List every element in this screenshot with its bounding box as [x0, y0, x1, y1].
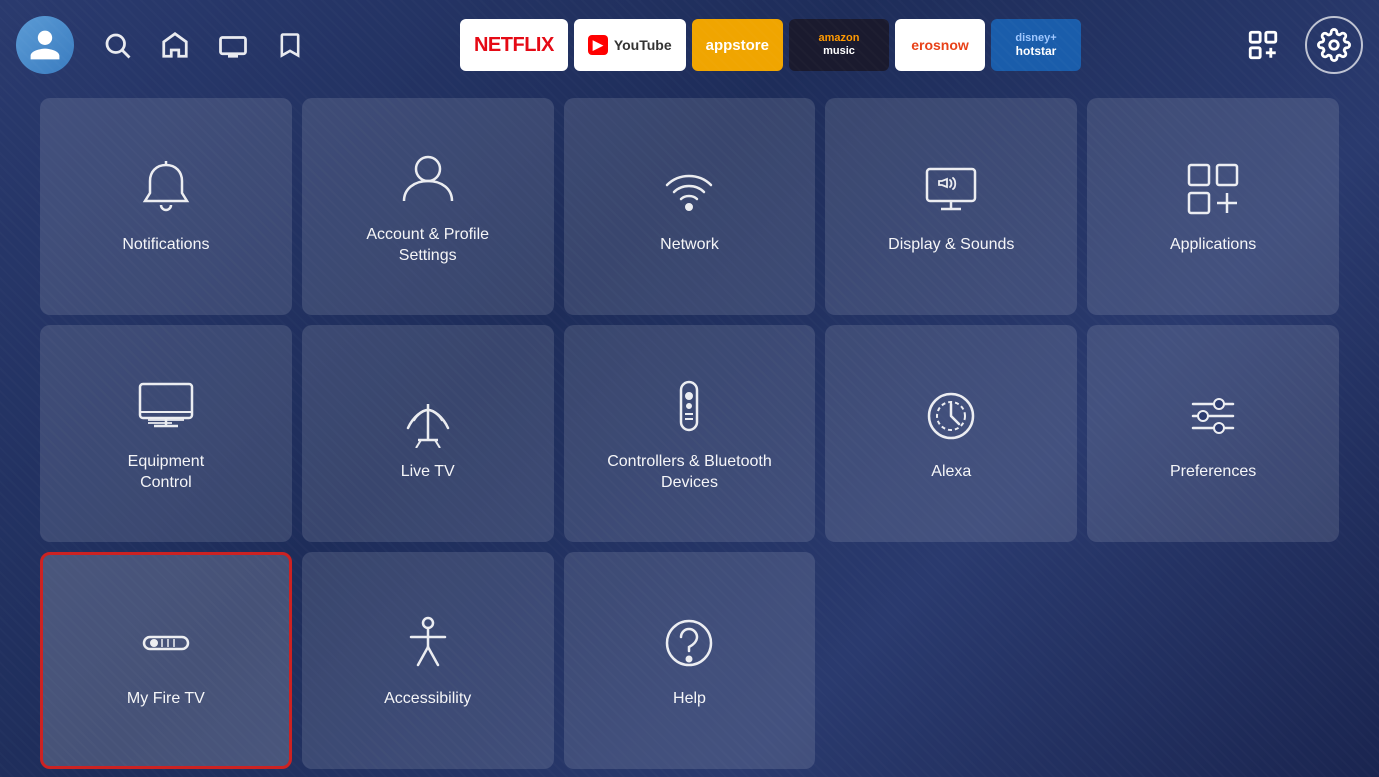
tile-network-label: Network	[660, 235, 719, 256]
tile-account-label: Account & ProfileSettings	[366, 225, 489, 267]
amazonmusic-bot: music	[823, 45, 855, 58]
topbar: NETFLIX ▶ YouTube appstore amazon music …	[0, 0, 1379, 90]
monitor-icon	[134, 374, 198, 438]
tile-notifications[interactable]: Notifications	[40, 98, 292, 315]
wifi-icon	[657, 157, 721, 221]
grid-plus-icon[interactable]	[1237, 19, 1289, 71]
home-icon[interactable]	[160, 30, 190, 60]
hotstar-label-top: disney+	[1015, 32, 1056, 44]
topbar-right	[1237, 16, 1363, 74]
youtube-button[interactable]: ▶ YouTube	[574, 19, 686, 71]
amazonmusic-button[interactable]: amazon music	[789, 19, 889, 71]
tile-accessibility[interactable]: Accessibility	[302, 552, 554, 769]
apps-icon	[1181, 157, 1245, 221]
tile-preferences-label: Preferences	[1170, 462, 1256, 483]
tile-controllers-label: Controllers & BluetoothDevices	[607, 452, 772, 494]
avatar[interactable]	[16, 16, 74, 74]
tv-icon[interactable]	[218, 30, 248, 60]
tile-live-tv[interactable]: Live TV	[302, 325, 554, 542]
help-icon	[657, 611, 721, 675]
tile-my-fire-tv-label: My Fire TV	[127, 689, 205, 710]
tile-controllers-bluetooth[interactable]: Controllers & BluetoothDevices	[564, 325, 816, 542]
remote-icon	[657, 374, 721, 438]
tile-accessibility-label: Accessibility	[384, 689, 471, 710]
tile-notifications-label: Notifications	[122, 235, 209, 256]
youtube-label: YouTube	[614, 37, 672, 53]
bookmark-icon[interactable]	[276, 31, 304, 59]
settings-grid: Notifications Account & ProfileSettings …	[0, 90, 1379, 777]
erosnow-label: erosnow	[911, 37, 969, 53]
tile-alexa[interactable]: Alexa	[825, 325, 1077, 542]
appstore-label: appstore	[706, 37, 769, 54]
tile-help-label: Help	[673, 689, 706, 710]
tile-equipment-control[interactable]: EquipmentControl	[40, 325, 292, 542]
tile-display-sounds[interactable]: Display & Sounds	[825, 98, 1077, 315]
netflix-button[interactable]: NETFLIX	[460, 19, 568, 71]
tile-preferences[interactable]: Preferences	[1087, 325, 1339, 542]
sliders-icon	[1181, 384, 1245, 448]
tile-live-tv-label: Live TV	[401, 462, 455, 483]
display-icon	[919, 157, 983, 221]
tile-help[interactable]: Help	[564, 552, 816, 769]
tile-account-profile[interactable]: Account & ProfileSettings	[302, 98, 554, 315]
accessibility-icon	[396, 611, 460, 675]
youtube-logo: ▶	[588, 35, 608, 55]
firetv-icon	[134, 611, 198, 675]
tile-alexa-label: Alexa	[931, 462, 971, 483]
alexa-icon	[919, 384, 983, 448]
search-icon[interactable]	[102, 30, 132, 60]
antenna-icon	[396, 384, 460, 448]
appstore-button[interactable]: appstore	[692, 19, 783, 71]
tile-network[interactable]: Network	[564, 98, 816, 315]
tile-applications-label: Applications	[1170, 235, 1256, 256]
settings-button[interactable]	[1305, 16, 1363, 74]
hotstar-label-bot: hotstar	[1016, 44, 1057, 58]
hotstar-button[interactable]: disney+ hotstar	[991, 19, 1081, 71]
bell-icon	[134, 157, 198, 221]
tile-my-fire-tv[interactable]: My Fire TV	[40, 552, 292, 769]
person-icon	[396, 147, 460, 211]
tile-applications[interactable]: Applications	[1087, 98, 1339, 315]
netflix-label: NETFLIX	[474, 34, 554, 57]
amazonmusic-top: amazon	[819, 32, 860, 45]
erosnow-button[interactable]: erosnow	[895, 19, 985, 71]
app-shortcuts: NETFLIX ▶ YouTube appstore amazon music …	[324, 19, 1217, 71]
tile-display-label: Display & Sounds	[888, 235, 1014, 256]
topbar-left	[16, 16, 304, 74]
tile-equipment-label: EquipmentControl	[128, 452, 205, 494]
